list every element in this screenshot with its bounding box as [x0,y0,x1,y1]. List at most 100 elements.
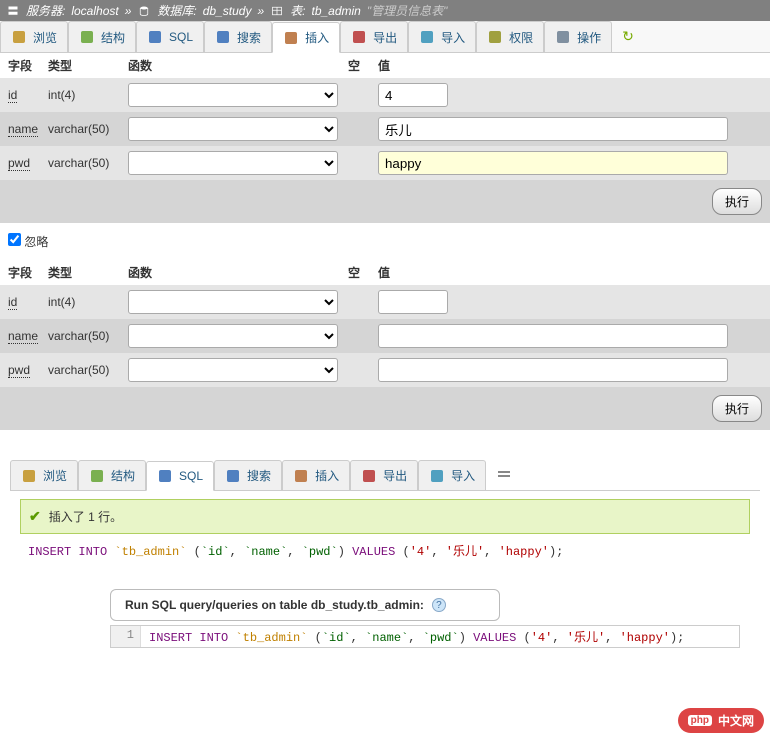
tab-label: 操作 [577,29,601,46]
insert-form-1: 字段 类型 函数 空 值 id int(4) name varchar(50) pwd v… [0,53,770,223]
hdr-field: 字段 [8,57,48,74]
field-type: varchar(50) [48,122,128,136]
tab-插入[interactable]: 插入 [272,22,340,53]
field-row-pwd: pwd varchar(50) [0,146,770,180]
hdr-func: 函数 [128,57,348,74]
tab-icon [283,30,299,46]
exec-row-2: 执行 [0,387,770,430]
table-comment: "管理员信息表" [367,2,448,19]
tab-label: 导出 [373,29,397,46]
tab-SQL[interactable]: SQL [146,461,214,491]
editor-code[interactable]: INSERT INTO `tb_admin` (`id`, `name`, `p… [141,626,692,647]
tab-icon [351,29,367,45]
function-select[interactable] [128,151,338,175]
tab-icon [225,468,241,484]
tab-导入[interactable]: 导入 [418,460,486,490]
sql-box-text: Run SQL query/queries on table db_study.… [125,598,424,612]
tab-label: 结构 [111,467,135,484]
watermark-logo: php [688,715,712,726]
field-name: pwd [8,156,30,171]
more-tab[interactable] [486,460,522,490]
tab-权限[interactable]: 权限 [476,21,544,52]
field-name: pwd [8,363,30,378]
field-name: id [8,88,17,103]
refresh-icon: ↻ [622,28,634,45]
check-icon: ✔ [29,508,41,525]
tab-icon [79,29,95,45]
exec-row-1: 执行 [0,180,770,223]
hdr-value: 值 [378,57,762,74]
tab-导出[interactable]: 导出 [340,21,408,52]
tab-label: 浏览 [33,29,57,46]
tab-icon [147,29,163,45]
help-icon[interactable]: ? [432,598,446,612]
tab-搜索[interactable]: 搜索 [204,21,272,52]
tab-浏览[interactable]: 浏览 [10,460,78,490]
watermark-text: 中文网 [718,712,754,729]
field-row-name: name varchar(50) [0,112,770,146]
column-headers: 字段 类型 函数 空 值 [0,53,770,78]
value-input-id[interactable] [378,83,448,107]
main-tabs: 浏览结构 SQL 搜索插入 导出 导入权限 操作 ↻ [0,21,770,53]
value-input-pwd[interactable] [378,358,728,382]
execute-button-1[interactable]: 执行 [712,188,762,215]
tab-icon [157,468,173,484]
execute-button-2[interactable]: 执行 [712,395,762,422]
refresh-tab[interactable]: ↻ [612,21,644,52]
db-label: 数据库: [157,2,196,19]
tab-icon [429,468,445,484]
function-select[interactable] [128,83,338,107]
tab-label: SQL [169,30,193,44]
editor-gutter: 1 [111,626,141,647]
function-select[interactable] [128,290,338,314]
tab-label: 导入 [441,29,465,46]
column-headers-2: 字段 类型 函数 空 值 [0,260,770,285]
field-type: varchar(50) [48,329,128,343]
tab-SQL[interactable]: SQL [136,21,204,52]
more-icon [496,467,512,483]
sql-echo: INSERT INTO `tb_admin` (`id`, `name`, `p… [28,542,742,559]
value-input-pwd[interactable] [378,151,728,175]
tab-搜索[interactable]: 搜索 [214,460,282,490]
field-row-id: id int(4) [0,285,770,319]
tab-icon [89,468,105,484]
field-type: varchar(50) [48,363,128,377]
db-link[interactable]: db_study [203,4,252,18]
tab-结构[interactable]: 结构 [78,460,146,490]
tab-label: 导入 [451,467,475,484]
field-row-pwd: pwd varchar(50) [0,353,770,387]
tab-浏览[interactable]: 浏览 [0,21,68,52]
tab-导出[interactable]: 导出 [350,460,418,490]
tab-icon [361,468,377,484]
function-select[interactable] [128,324,338,348]
table-link[interactable]: tb_admin [311,4,360,18]
field-name: name [8,122,38,137]
value-input-name[interactable] [378,117,728,141]
tab-导入[interactable]: 导入 [408,21,476,52]
tab-icon [11,29,27,45]
field-type: varchar(50) [48,156,128,170]
tab-插入[interactable]: 插入 [282,460,350,490]
function-select[interactable] [128,358,338,382]
tab-label: 插入 [315,467,339,484]
ignore-checkbox[interactable] [8,233,21,246]
field-name: id [8,295,17,310]
value-input-name[interactable] [378,324,728,348]
server-link[interactable]: localhost [71,4,118,18]
server-label: 服务器: [26,2,65,19]
insert-form-2: 字段 类型 函数 空 值 idint(4)namevarchar(50)pwdv… [0,260,770,430]
ignore-label[interactable]: 忽略 [24,235,48,249]
success-message: ✔ 插入了 1 行。 [20,499,750,534]
tab-label: SQL [179,469,203,483]
tab-结构[interactable]: 结构 [68,21,136,52]
value-input-id[interactable] [378,290,448,314]
sql-editor[interactable]: 1 INSERT INTO `tb_admin` (`id`, `name`, … [110,625,740,648]
tab-操作[interactable]: 操作 [544,21,612,52]
tab-icon [487,29,503,45]
tab-label: 浏览 [43,467,67,484]
field-type: int(4) [48,295,128,309]
tab-label: 搜索 [247,467,271,484]
field-type: int(4) [48,88,128,102]
server-icon [6,5,20,17]
function-select[interactable] [128,117,338,141]
